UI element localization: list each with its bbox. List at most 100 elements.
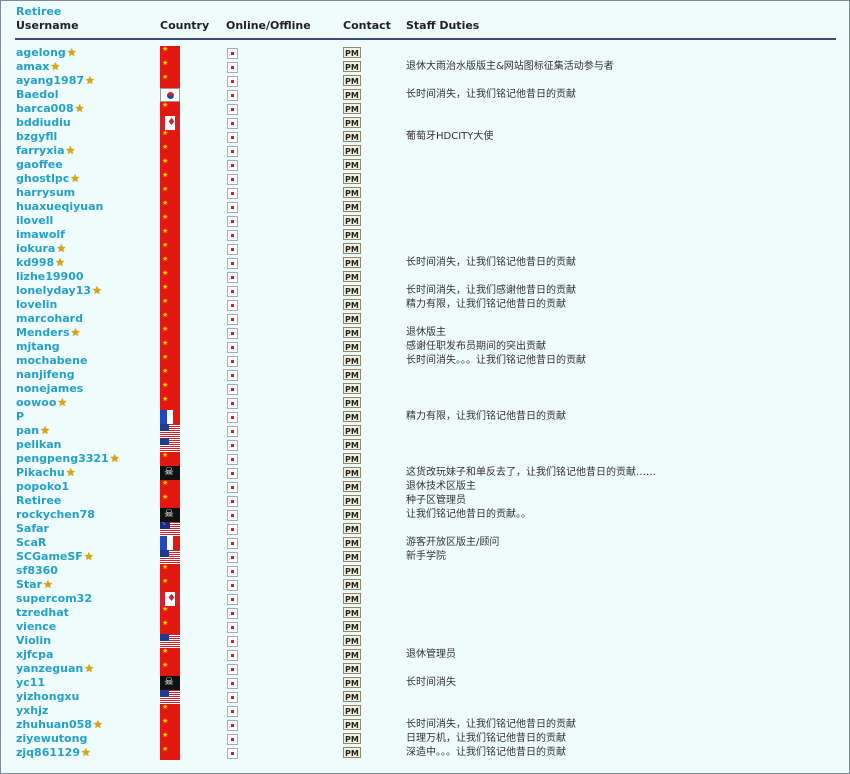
pm-button[interactable]: PM	[343, 341, 361, 352]
pm-button[interactable]: PM	[343, 663, 361, 674]
pm-button[interactable]: PM	[343, 117, 361, 128]
username-link[interactable]: zjq861129★	[16, 746, 91, 760]
username-link[interactable]: supercom32	[16, 592, 92, 606]
username-link[interactable]: popoko1	[16, 480, 69, 494]
pm-button[interactable]: PM	[343, 61, 361, 72]
username-link[interactable]: yanzeguan★	[16, 662, 94, 676]
username-link[interactable]: ScaR	[16, 536, 46, 550]
username-link[interactable]: pengpeng3321★	[16, 452, 120, 466]
pm-button[interactable]: PM	[343, 313, 361, 324]
pm-button[interactable]: PM	[343, 621, 361, 632]
username-link[interactable]: iokura★	[16, 242, 66, 256]
pm-button[interactable]: PM	[343, 691, 361, 702]
username-link[interactable]: imawolf	[16, 228, 65, 242]
pm-button[interactable]: PM	[343, 593, 361, 604]
pm-button[interactable]: PM	[343, 285, 361, 296]
username-link[interactable]: oowoo★	[16, 396, 67, 410]
username-link[interactable]: bzgyfll	[16, 130, 57, 144]
pm-button[interactable]: PM	[343, 187, 361, 198]
username-link[interactable]: ayang1987★	[16, 74, 95, 88]
pm-button[interactable]: PM	[343, 75, 361, 86]
username-link[interactable]: vience	[16, 620, 56, 634]
pm-button[interactable]: PM	[343, 551, 361, 562]
username-link[interactable]: Menders★	[16, 326, 80, 340]
username-link[interactable]: bddiudiu	[16, 116, 71, 130]
pm-button[interactable]: PM	[343, 509, 361, 520]
username-link[interactable]: Star★	[16, 578, 53, 592]
pm-button[interactable]: PM	[343, 257, 361, 268]
username-link[interactable]: marcohard	[16, 312, 83, 326]
pm-button[interactable]: PM	[343, 579, 361, 590]
pm-button[interactable]: PM	[343, 397, 361, 408]
pm-button[interactable]: PM	[343, 215, 361, 226]
username-link[interactable]: sf8360	[16, 564, 58, 578]
username-link[interactable]: amax★	[16, 60, 60, 74]
username-link[interactable]: Pikachu★	[16, 466, 76, 480]
username-link[interactable]: ilovell	[16, 214, 53, 228]
username-link[interactable]: lovelin	[16, 298, 57, 312]
pm-button[interactable]: PM	[343, 145, 361, 156]
username-link[interactable]: kd998★	[16, 256, 65, 270]
username-link[interactable]: zhuhuan058★	[16, 718, 103, 732]
pm-button[interactable]: PM	[343, 201, 361, 212]
pm-button[interactable]: PM	[343, 523, 361, 534]
pm-button[interactable]: PM	[343, 677, 361, 688]
pm-button[interactable]: PM	[343, 537, 361, 548]
username-link[interactable]: yc11	[16, 676, 45, 690]
pm-button[interactable]: PM	[343, 355, 361, 366]
pm-button[interactable]: PM	[343, 607, 361, 618]
username-link[interactable]: lizhe19900	[16, 270, 84, 284]
pm-button[interactable]: PM	[343, 733, 361, 744]
username-link[interactable]: Baedol	[16, 88, 58, 102]
username-link[interactable]: farryxia★	[16, 144, 75, 158]
username-link[interactable]: nonejames	[16, 382, 83, 396]
pm-button[interactable]: PM	[343, 719, 361, 730]
pm-button[interactable]: PM	[343, 495, 361, 506]
pm-button[interactable]: PM	[343, 369, 361, 380]
username-link[interactable]: tzredhat	[16, 606, 69, 620]
pm-button[interactable]: PM	[343, 327, 361, 338]
username-link[interactable]: P	[16, 410, 24, 424]
username-link[interactable]: lonelyday13★	[16, 284, 102, 298]
pm-button[interactable]: PM	[343, 103, 361, 114]
pm-button[interactable]: PM	[343, 565, 361, 576]
username-link[interactable]: rockychen78	[16, 508, 95, 522]
pm-button[interactable]: PM	[343, 47, 361, 58]
pm-button[interactable]: PM	[343, 173, 361, 184]
pm-button[interactable]: PM	[343, 89, 361, 100]
username-link[interactable]: yxhjz	[16, 704, 48, 718]
pm-button[interactable]: PM	[343, 383, 361, 394]
pm-button[interactable]: PM	[343, 425, 361, 436]
username-link[interactable]: Retiree	[16, 494, 61, 508]
username-link[interactable]: huaxueqiyuan	[16, 200, 103, 214]
username-link[interactable]: mjtang	[16, 340, 60, 354]
username-link[interactable]: ziyewutong	[16, 732, 87, 746]
username-link[interactable]: SCGameSF★	[16, 550, 94, 564]
pm-button[interactable]: PM	[343, 481, 361, 492]
pm-button[interactable]: PM	[343, 453, 361, 464]
username-link[interactable]: mochabene	[16, 354, 87, 368]
pm-button[interactable]: PM	[343, 705, 361, 716]
pm-button[interactable]: PM	[343, 467, 361, 478]
username-link[interactable]: barca008★	[16, 102, 85, 116]
username-link[interactable]: xjfcpa	[16, 648, 53, 662]
username-link[interactable]: yizhongxu	[16, 690, 79, 704]
pm-button[interactable]: PM	[343, 131, 361, 142]
pm-button[interactable]: PM	[343, 649, 361, 660]
pm-button[interactable]: PM	[343, 271, 361, 282]
pm-button[interactable]: PM	[343, 299, 361, 310]
username-link[interactable]: agelong★	[16, 46, 77, 60]
username-link[interactable]: Violin	[16, 634, 51, 648]
username-link[interactable]: gaoffee	[16, 158, 63, 172]
pm-button[interactable]: PM	[343, 635, 361, 646]
pm-button[interactable]: PM	[343, 159, 361, 170]
pm-button[interactable]: PM	[343, 411, 361, 422]
username-link[interactable]: pelikan	[16, 438, 61, 452]
username-link[interactable]: nanjifeng	[16, 368, 75, 382]
username-link[interactable]: harrysum	[16, 186, 75, 200]
username-link[interactable]: ghostlpc★	[16, 172, 80, 186]
username-link[interactable]: pan★	[16, 424, 50, 438]
pm-button[interactable]: PM	[343, 229, 361, 240]
username-link[interactable]: Safar	[16, 522, 49, 536]
pm-button[interactable]: PM	[343, 243, 361, 254]
